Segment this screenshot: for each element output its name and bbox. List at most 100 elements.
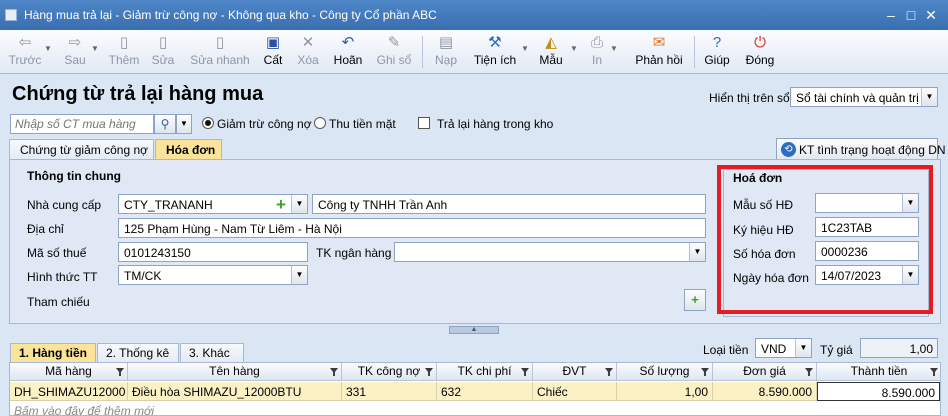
tax-code-field[interactable]: 0101243150 — [118, 242, 308, 262]
help-button[interactable]: ? Giúp — [702, 32, 732, 72]
tab-money[interactable]: 1. Hàng tiền — [10, 343, 96, 363]
filter-icon[interactable] — [805, 368, 813, 376]
utilities-button[interactable]: ⚒ Tiện ích — [472, 32, 518, 72]
item-name-cell[interactable]: Điều hòa SHIMAZU_12000BTU — [128, 382, 342, 401]
chevron-down-icon[interactable]: ▼ — [291, 266, 307, 284]
filter-icon[interactable] — [116, 368, 124, 376]
column-header[interactable]: Mã hàng — [10, 363, 128, 381]
edit-button[interactable]: ▯ Sửa — [148, 32, 178, 72]
display-on-book-label: Hiển thị trên sổ — [709, 91, 790, 105]
add-button[interactable]: ▯ Thêm — [106, 32, 142, 72]
chevron-down-icon[interactable]: ▼ — [291, 195, 307, 213]
column-header[interactable]: Đơn giá — [713, 363, 817, 381]
load-button[interactable]: ▤ Nạp — [432, 32, 460, 72]
bank-account-select[interactable]: ▼ — [394, 242, 706, 262]
tab-stats[interactable]: 2. Thống kê — [97, 343, 179, 363]
tab-invoice[interactable]: Hóa đơn — [155, 139, 222, 160]
chevron-down-icon[interactable]: ▼ — [921, 88, 937, 106]
close-button[interactable]: ⏻ Đóng — [742, 32, 778, 72]
payable-account-cell[interactable]: 331 — [342, 382, 437, 401]
voucher-search-box[interactable] — [10, 114, 154, 134]
feedback-button[interactable]: ✉ Phản hồi — [634, 32, 684, 72]
maximize-button[interactable]: □ — [902, 6, 920, 24]
print-button[interactable]: ⎙ In — [586, 32, 608, 72]
back-button[interactable]: ⇦ Trước — [6, 32, 44, 72]
return-in-stock-checkbox[interactable] — [418, 117, 430, 129]
payment-method-label: Hình thức TT — [27, 270, 98, 284]
search-dropdown-button[interactable]: ▼ — [176, 114, 192, 134]
unit-price-cell[interactable]: 8.590.000 — [713, 382, 817, 401]
cancel-button[interactable]: ↶ Hoãn — [330, 32, 366, 72]
minimize-button[interactable]: – — [882, 6, 900, 24]
delete-icon: ✕ — [301, 34, 315, 51]
tab-debt-voucher[interactable]: Chứng từ giảm công nợ — [9, 139, 154, 160]
item-code-cell[interactable]: DH_SHIMAZU12000 — [10, 382, 128, 401]
expense-account-cell[interactable]: 632 — [437, 382, 533, 401]
search-icon: ⚲ — [160, 117, 170, 131]
amount-cell[interactable]: 8.590.000 — [817, 382, 940, 401]
column-header[interactable]: Số lượng — [617, 363, 713, 381]
delete-button[interactable]: ✕ Xóa — [294, 32, 322, 72]
reduce-debt-radio[interactable] — [202, 117, 214, 129]
arrow-right-icon: ⇨ — [68, 34, 82, 51]
filter-icon[interactable] — [605, 368, 613, 376]
chevron-down-icon[interactable]: ▼ — [689, 243, 705, 261]
back-dropdown-icon[interactable]: ▼ — [44, 44, 52, 53]
template-dropdown-icon[interactable]: ▼ — [570, 44, 578, 53]
arrow-left-icon: ⇦ — [18, 34, 32, 51]
filter-icon[interactable] — [330, 368, 338, 376]
filter-icon[interactable] — [930, 368, 938, 376]
search-button[interactable]: ⚲ — [154, 114, 176, 134]
quick-edit-icon: ▯ — [215, 34, 225, 51]
column-header[interactable]: TK công nợ — [342, 363, 437, 381]
chevron-down-icon[interactable]: ▼ — [795, 339, 811, 357]
filter-icon[interactable] — [701, 368, 709, 376]
general-info-title: Thông tin chung — [27, 169, 121, 183]
quantity-cell[interactable]: 1,00 — [617, 382, 713, 401]
add-reference-icon: + — [691, 292, 699, 307]
column-header[interactable]: Tên hàng — [128, 363, 342, 381]
voucher-search-input[interactable] — [15, 117, 153, 131]
toolbar-separator — [694, 36, 695, 68]
column-header[interactable]: ĐVT — [533, 363, 617, 381]
close-window-button[interactable]: ✕ — [922, 6, 940, 24]
page-title: Chứng từ trả lại hàng mua — [12, 83, 264, 105]
unit-cell[interactable]: Chiếc — [533, 382, 617, 401]
post-button[interactable]: ✎ Ghi sổ — [374, 32, 414, 72]
cash-radio[interactable] — [314, 117, 326, 129]
cash-label[interactable]: Thu tiền mặt — [329, 117, 396, 131]
next-dropdown-icon[interactable]: ▼ — [91, 44, 99, 53]
address-label: Địa chỉ — [27, 222, 64, 236]
print-dropdown-icon[interactable]: ▼ — [610, 44, 618, 53]
power-icon: ⏻ — [754, 34, 766, 51]
supplier-name-field[interactable]: Công ty TNHH Trần Anh — [312, 194, 706, 214]
reduce-debt-label[interactable]: Giảm trừ công nợ — [217, 117, 312, 131]
quick-edit-button[interactable]: ▯ Sửa nhanh — [190, 32, 250, 72]
payment-method-select[interactable]: TM/CK ▼ — [118, 265, 308, 285]
toolbar-separator — [422, 36, 423, 68]
tab-other[interactable]: 3. Khác — [180, 343, 244, 363]
template-button[interactable]: ◭ Mẫu — [536, 32, 566, 72]
exchange-rate-field[interactable]: 1,00 — [860, 338, 938, 358]
column-header[interactable]: TK chi phí — [437, 363, 533, 381]
add-new-row-hint[interactable]: Bấm vào đây để thêm mới — [14, 404, 154, 415]
currency-select[interactable]: VND ▼ — [755, 338, 812, 358]
add-reference-button[interactable]: + — [684, 289, 706, 311]
supplier-code-combo[interactable]: CTY_TRANANH + ▼ — [118, 194, 308, 214]
filter-icon[interactable] — [425, 368, 433, 376]
template-icon: ◭ — [545, 34, 557, 51]
panel-splitter[interactable]: ▲ — [449, 326, 499, 334]
next-button[interactable]: ⇨ Sau — [60, 32, 90, 72]
utilities-dropdown-icon[interactable]: ▼ — [521, 44, 529, 53]
display-on-book-select[interactable]: Sổ tài chính và quản trị ▼ — [790, 87, 938, 107]
new-document-icon: ▯ — [119, 34, 129, 51]
address-field[interactable]: 125 Phạm Hùng - Nam Từ Liêm - Hà Nội — [118, 218, 706, 238]
toolbar: ⇦ Trước ▼ ⇨ Sau ▼ ▯ Thêm ▯ Sửa ▯ Sửa nha… — [0, 30, 948, 74]
bank-account-label: TK ngân hàng — [316, 246, 392, 260]
add-supplier-icon[interactable]: + — [272, 196, 290, 214]
check-business-status-button[interactable]: ⟲ KT tình trạng hoạt động DN — [776, 138, 946, 160]
filter-icon[interactable] — [521, 368, 529, 376]
save-button[interactable]: ▣ Cất — [260, 32, 286, 72]
return-in-stock-label[interactable]: Trả lại hàng trong kho — [437, 117, 553, 131]
column-header[interactable]: Thành tiền — [817, 363, 940, 381]
